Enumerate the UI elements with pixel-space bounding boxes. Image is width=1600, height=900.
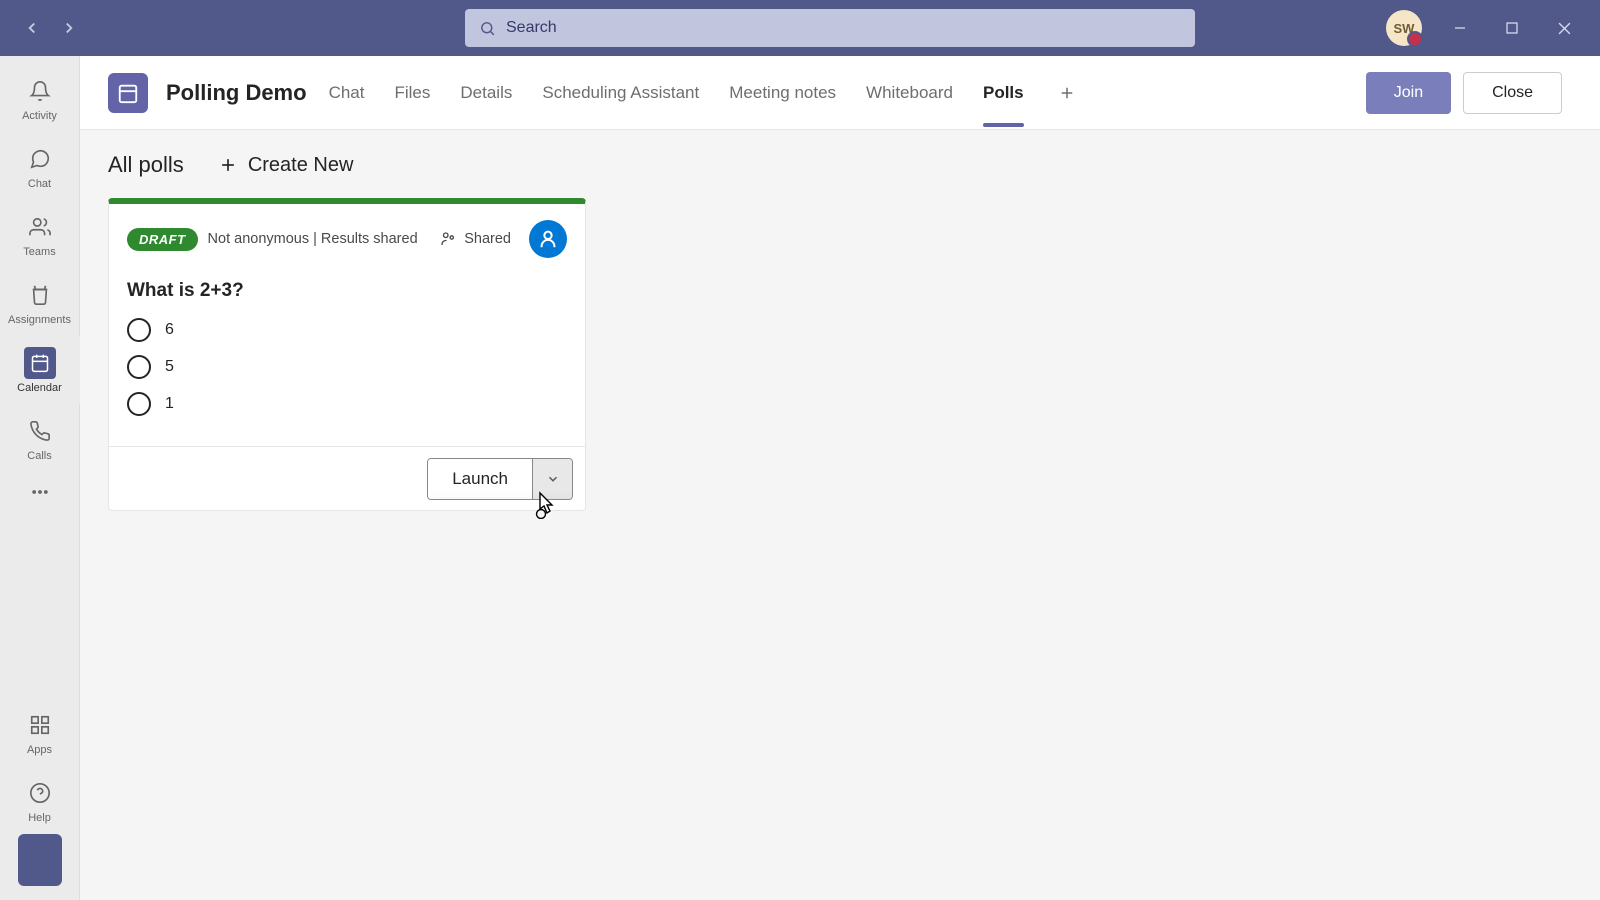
rail-more[interactable] — [0, 472, 80, 512]
chat-icon — [29, 148, 51, 170]
polls-body: All polls Create New DRAFT Not anonymous… — [80, 130, 1600, 533]
poll-question: What is 2+3? — [127, 280, 567, 302]
poll-option[interactable]: 1 — [127, 392, 567, 416]
meeting-icon — [108, 73, 148, 113]
launch-button[interactable]: Launch — [428, 459, 532, 499]
rail-chat[interactable]: Chat — [0, 132, 80, 200]
person-icon — [537, 228, 559, 250]
window-minimize-button[interactable] — [1434, 8, 1486, 48]
plus-icon — [1058, 84, 1076, 102]
shared-icon — [439, 230, 457, 248]
phone-icon — [29, 420, 51, 442]
poll-meta-text: Not anonymous | Results shared — [208, 231, 418, 247]
page-title: Polling Demo — [166, 80, 307, 106]
rail-apps[interactable]: Apps — [0, 698, 80, 766]
create-new-button[interactable]: Create New — [218, 154, 354, 177]
add-tab-button[interactable] — [1054, 80, 1080, 106]
content-header: Polling Demo Chat Files Details Scheduli… — [80, 56, 1600, 130]
app-rail: Activity Chat Teams Assignments Calendar… — [0, 56, 80, 900]
rail-help[interactable]: Help — [0, 766, 80, 834]
teams-icon — [29, 216, 51, 238]
rail-calendar[interactable]: Calendar — [0, 336, 80, 404]
rail-calls[interactable]: Calls — [0, 404, 80, 472]
search-icon — [479, 20, 496, 37]
assignments-icon — [29, 284, 51, 306]
owner-avatar[interactable] — [529, 220, 567, 258]
all-polls-heading: All polls — [108, 152, 184, 178]
plus-icon — [218, 155, 238, 175]
search-placeholder: Search — [506, 19, 557, 37]
shared-indicator: Shared — [439, 230, 511, 248]
launch-dropdown-toggle[interactable] — [532, 459, 572, 499]
nav-forward-button[interactable] — [53, 12, 85, 44]
chevron-down-icon — [546, 472, 560, 486]
bell-icon — [29, 80, 51, 102]
close-button[interactable]: Close — [1463, 72, 1562, 114]
tab-files[interactable]: Files — [394, 61, 430, 125]
poll-option[interactable]: 6 — [127, 318, 567, 342]
search-input[interactable]: Search — [465, 9, 1195, 47]
draft-badge: DRAFT — [127, 228, 198, 251]
ellipsis-icon — [30, 482, 50, 502]
nav-back-button[interactable] — [16, 12, 48, 44]
calendar-icon — [30, 353, 50, 373]
apps-icon — [29, 714, 51, 736]
content-area: Polling Demo Chat Files Details Scheduli… — [80, 56, 1600, 900]
rail-mobile-button[interactable] — [18, 834, 62, 886]
radio-icon — [127, 318, 151, 342]
tab-polls[interactable]: Polls — [983, 61, 1024, 125]
mobile-icon — [31, 847, 49, 873]
rail-teams[interactable]: Teams — [0, 200, 80, 268]
window-maximize-button[interactable] — [1486, 8, 1538, 48]
tab-chat[interactable]: Chat — [329, 61, 365, 125]
tabs: Chat Files Details Scheduling Assistant … — [329, 61, 1080, 125]
titlebar: Search SW — [0, 0, 1600, 56]
radio-icon — [127, 355, 151, 379]
rail-assignments[interactable]: Assignments — [0, 268, 80, 336]
poll-card: DRAFT Not anonymous | Results shared Sha… — [108, 198, 586, 511]
rail-activity[interactable]: Activity — [0, 64, 80, 132]
help-icon — [29, 782, 51, 804]
poll-option[interactable]: 5 — [127, 355, 567, 379]
tab-meeting-notes[interactable]: Meeting notes — [729, 61, 836, 125]
join-button[interactable]: Join — [1366, 72, 1451, 114]
tab-whiteboard[interactable]: Whiteboard — [866, 61, 953, 125]
user-avatar[interactable]: SW — [1386, 10, 1422, 46]
window-close-button[interactable] — [1538, 8, 1590, 48]
tab-scheduling-assistant[interactable]: Scheduling Assistant — [542, 61, 699, 125]
tab-details[interactable]: Details — [460, 61, 512, 125]
radio-icon — [127, 392, 151, 416]
